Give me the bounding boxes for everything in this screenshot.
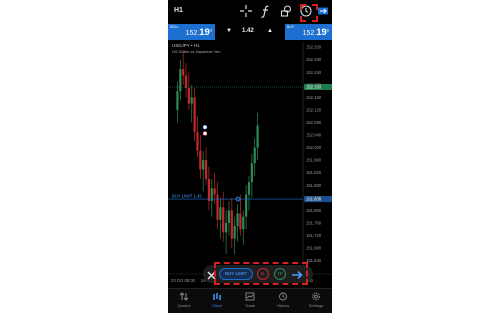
- y-axis-tick-label: 152.160: [306, 95, 322, 100]
- y-axis-tick-label: 151.760: [306, 220, 322, 225]
- candle-body: [176, 91, 179, 110]
- price-chart[interactable]: 152.193BUY LIMIT 1.42151.836 152.320152.…: [168, 42, 332, 288]
- candle-body: [187, 87, 190, 104]
- candle-body: [245, 194, 248, 217]
- candle-body: [224, 222, 228, 233]
- chart-icon: [213, 293, 221, 300]
- y-axis-tick-label: 152.240: [306, 70, 322, 75]
- candle-body: [250, 163, 253, 183]
- one-click-trade-bar: SELL 152.193 ▼ 1.42 ▲ BUY 152.196: [168, 24, 332, 41]
- buy-button[interactable]: BUY 152.196: [285, 24, 332, 40]
- history-icon: [279, 292, 287, 301]
- candle-body: [182, 69, 185, 76]
- nav-trade[interactable]: Trade: [234, 292, 266, 308]
- nav-quotes-label: Quotes: [177, 303, 191, 308]
- y-axis-tick-label: 151.720: [306, 233, 322, 238]
- trade-marker: [202, 131, 208, 136]
- y-axis-tick-label: 151.640: [306, 258, 322, 263]
- timeframe-selector[interactable]: H1: [174, 7, 183, 14]
- objects-icon[interactable]: [279, 4, 293, 18]
- y-axis-tick-label: 152.080: [306, 120, 322, 125]
- y-axis-tick-label: 151.920: [306, 170, 322, 175]
- candle-body: [184, 75, 188, 88]
- chart-symbol-title: USDJPY • H1: [172, 43, 200, 48]
- crosshair-icon[interactable]: [239, 4, 253, 18]
- sell-price: 152.193: [185, 27, 212, 38]
- sell-label: SELL: [170, 25, 179, 29]
- bottom-navigation: Quotes Chart Trade History Settings: [168, 288, 332, 313]
- volume-increase-button[interactable]: ▲: [267, 28, 273, 34]
- y-axis-tick-label: 152.000: [306, 145, 322, 150]
- candle-body: [216, 194, 219, 220]
- y-axis-tick-label: 152.200: [306, 82, 322, 87]
- candle-body: [233, 226, 236, 239]
- highlight-clock-button: [300, 4, 318, 22]
- nav-trade-label: Trade: [244, 303, 256, 308]
- volume-decrease-button[interactable]: ▼: [226, 28, 232, 34]
- candle-body: [227, 210, 231, 223]
- volume-control: ▼ 1.42 ▲: [218, 24, 281, 40]
- candle-body: [202, 160, 205, 170]
- candle-body: [213, 188, 216, 195]
- indicators-icon[interactable]: [259, 4, 273, 18]
- trade-icon: [245, 292, 255, 301]
- candle-body: [207, 178, 211, 201]
- quotes-icon: [179, 292, 189, 301]
- candle-body: [190, 97, 193, 104]
- candle-body: [222, 207, 225, 233]
- buy-limit-line-label: BUY LIMIT 1.42: [172, 194, 202, 199]
- candle-body: [247, 182, 251, 195]
- settings-icon: [312, 292, 320, 301]
- nav-settings-label: Settings: [308, 303, 324, 308]
- y-axis-tick-label: 151.840: [306, 195, 322, 200]
- sell-button[interactable]: SELL 152.193: [168, 24, 215, 40]
- candle-body: [179, 69, 182, 92]
- y-axis-tick-label: 152.280: [306, 57, 322, 62]
- nav-quotes[interactable]: Quotes: [168, 292, 200, 308]
- candle-body: [196, 131, 199, 151]
- buy-label: BUY: [287, 25, 295, 29]
- candle-body: [256, 125, 259, 148]
- highlight-order-bar: [214, 262, 308, 285]
- y-axis-tick-label: 151.880: [306, 183, 322, 188]
- y-axis-tick-label: 151.680: [306, 246, 322, 251]
- trade-marker: [202, 124, 208, 130]
- nav-history-label: History: [276, 303, 290, 308]
- y-axis-tick-label: 151.800: [306, 208, 322, 213]
- volume-value[interactable]: 1.42: [242, 28, 254, 34]
- candle-body: [253, 147, 256, 164]
- candle-body: [199, 150, 202, 170]
- candle-body: [239, 213, 242, 230]
- chart-symbol-description: US Dollar vs Japanese Yen: [172, 49, 221, 54]
- x-axis-tick-label: 23 Oct 08:00: [171, 278, 196, 283]
- nav-settings[interactable]: Settings: [300, 292, 332, 308]
- one-click-trading-icon[interactable]: [316, 4, 330, 18]
- candle-body: [219, 207, 222, 220]
- y-axis-tick-label: 152.040: [306, 133, 322, 138]
- nav-chart-label: Chart: [212, 303, 222, 308]
- candle-body: [236, 213, 239, 227]
- y-axis-tick-label: 151.960: [306, 158, 322, 163]
- candle-body: [193, 97, 196, 132]
- y-axis-tick-label: 152.120: [306, 107, 322, 112]
- candle-body: [230, 210, 233, 239]
- candle-body: [242, 216, 245, 230]
- buy-price: 152.196: [302, 27, 329, 38]
- candle-body: [204, 160, 208, 179]
- nav-chart[interactable]: Chart: [201, 292, 233, 308]
- nav-history[interactable]: History: [267, 292, 299, 308]
- y-axis-tick-label: 152.320: [306, 45, 322, 50]
